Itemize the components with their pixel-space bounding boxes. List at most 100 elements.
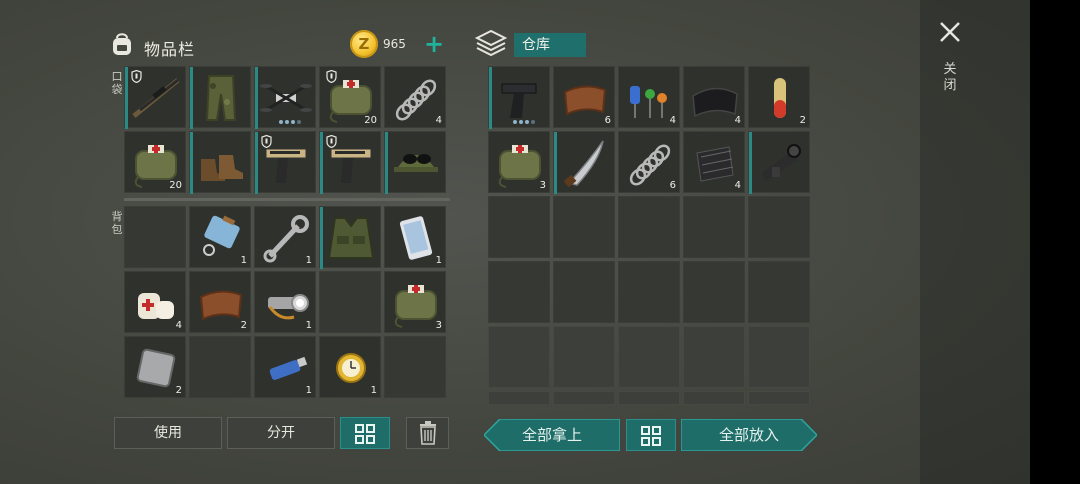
grid-sort-icon <box>641 426 661 446</box>
backpack-slot-usb-drive[interactable]: 1 <box>254 336 316 398</box>
smartphone-icon <box>399 216 433 260</box>
warehouse-slot-empty[interactable] <box>683 261 745 323</box>
warehouse-slot-empty[interactable] <box>618 196 680 258</box>
backpack-slot-empty[interactable] <box>384 336 446 398</box>
pocket-slot-desert-pistol[interactable] <box>319 131 381 194</box>
warehouse-slot-empty[interactable] <box>748 196 810 258</box>
warehouse-slot-empty[interactable] <box>748 261 810 323</box>
warehouse-slot-empty[interactable] <box>553 391 615 405</box>
item-quantity: 20 <box>364 115 377 126</box>
add-coins-button[interactable]: + <box>424 31 444 57</box>
backpack-slot-empty[interactable] <box>189 336 251 398</box>
warehouse-slot-empty[interactable] <box>488 391 550 405</box>
backpack-slot-wrench[interactable]: 1 <box>254 206 316 268</box>
warehouse-icon <box>474 29 508 57</box>
warehouse-slot-empty[interactable] <box>618 261 680 323</box>
warehouse-slot-empty[interactable] <box>553 261 615 323</box>
warehouse-slot-empty[interactable] <box>553 326 615 388</box>
rubber-mat-icon <box>696 146 734 182</box>
sort-warehouse-button[interactable] <box>626 419 676 451</box>
warehouse-tab[interactable]: 仓库 <box>514 33 586 57</box>
warehouse-slot-empty[interactable] <box>553 196 615 258</box>
durability-dots <box>279 120 301 124</box>
pocket-slot-medkit-bag[interactable]: 20 <box>124 131 186 193</box>
close-label[interactable]: 关闭 <box>943 62 957 94</box>
spring-icon <box>395 79 437 121</box>
pocket-slot-desert-pistol[interactable] <box>254 131 316 194</box>
warehouse-slot-black-cloth[interactable]: 4 <box>683 66 745 128</box>
item-quantity: 1 <box>435 255 442 266</box>
coin-icon: Z <box>350 30 378 58</box>
warehouse-slot-capsule[interactable]: 2 <box>748 66 810 128</box>
equipped-marker <box>190 67 193 129</box>
split-button[interactable]: 分开 <box>227 417 335 449</box>
metal-plate-icon <box>136 348 176 388</box>
backpack-slot-bandage[interactable]: 4 <box>124 271 186 333</box>
warehouse-slot-empty[interactable] <box>618 326 680 388</box>
warehouse-slot-rifle-scope[interactable] <box>748 131 810 194</box>
item-quantity: 20 <box>169 180 182 191</box>
close-panel-strip <box>920 0 1030 484</box>
item-quantity: 1 <box>240 255 247 266</box>
backpack-slot-empty[interactable] <box>319 271 381 333</box>
pocket-slot-camo-pants[interactable] <box>189 66 251 129</box>
warehouse-slot-empty[interactable] <box>683 196 745 258</box>
pocket-slot-drone[interactable] <box>254 66 316 129</box>
warehouse-slot-rubber-mat[interactable]: 4 <box>683 131 745 193</box>
boots-icon <box>201 155 243 181</box>
warehouse-slot-empty[interactable] <box>748 326 810 388</box>
backpack-slot-empty[interactable] <box>124 206 186 268</box>
use-button[interactable]: 使用 <box>114 417 222 449</box>
warehouse-slot-empty[interactable] <box>683 326 745 388</box>
equipped-marker <box>320 132 323 194</box>
warehouse-slot-empty[interactable] <box>683 391 745 405</box>
equipped-marker <box>125 67 128 129</box>
backpack-slot-tactical-vest[interactable] <box>319 206 381 269</box>
cap-with-goggles-icon <box>394 154 438 172</box>
trash-button[interactable] <box>406 417 449 449</box>
item-quantity: 1 <box>305 385 312 396</box>
inventory-title: 物品栏 <box>144 40 196 59</box>
pocket-slot-boots[interactable] <box>189 131 251 194</box>
backpack-slot-gold-watch[interactable]: 1 <box>319 336 381 398</box>
item-quantity: 6 <box>604 115 611 126</box>
warehouse-slot-empty[interactable] <box>488 326 550 388</box>
sort-inventory-button[interactable] <box>340 417 390 449</box>
warehouse-slot-leather[interactable]: 6 <box>553 66 615 128</box>
warehouse-slot-machete[interactable] <box>553 131 615 194</box>
warehouse-slot-empty[interactable] <box>618 391 680 405</box>
pocket-slot-sniper-rifle[interactable] <box>124 66 186 129</box>
item-quantity: 2 <box>175 385 182 396</box>
pocket-slot-medkit-bag[interactable]: 20 <box>319 66 381 128</box>
close-icon[interactable] <box>936 18 964 46</box>
take-all-button[interactable]: 全部拿上 <box>482 418 621 452</box>
screen-edge <box>1030 0 1080 484</box>
black-cloth-icon <box>692 87 738 118</box>
medkit-bag-icon <box>498 145 541 188</box>
item-quantity: 4 <box>734 180 741 191</box>
capsule-icon <box>774 78 786 118</box>
warehouse-slot-empty[interactable] <box>748 391 810 405</box>
item-quantity: 2 <box>240 320 247 331</box>
warehouse-slot-pistol[interactable] <box>488 66 550 129</box>
shield-icon <box>326 70 337 83</box>
rifle-scope-icon <box>762 144 801 180</box>
backpack-slot-medkit-bag[interactable]: 3 <box>384 271 446 333</box>
coin-balance: 965 <box>383 37 406 51</box>
pocket-slot-cap-with-goggles[interactable] <box>384 131 446 194</box>
backpack-slot-metal-plate[interactable]: 2 <box>124 336 186 398</box>
coin-symbol: Z <box>358 35 370 53</box>
warehouse-slot-spring[interactable]: 6 <box>618 131 680 193</box>
warehouse-slot-empty[interactable] <box>488 261 550 323</box>
warehouse-slot-empty[interactable] <box>488 196 550 258</box>
usb-drive-icon <box>269 356 308 380</box>
warehouse-slot-electronic-parts[interactable]: 4 <box>618 66 680 128</box>
warehouse-slot-medkit-bag[interactable]: 3 <box>488 131 550 193</box>
put-all-button[interactable]: 全部放入 <box>680 418 819 452</box>
medkit-bag-icon <box>394 285 437 328</box>
backpack-slot-leather[interactable]: 2 <box>189 271 251 333</box>
pocket-slot-spring[interactable]: 4 <box>384 66 446 128</box>
backpack-slot-flashlight[interactable]: 1 <box>254 271 316 333</box>
backpack-slot-blue-keycard[interactable]: 1 <box>189 206 251 268</box>
backpack-slot-smartphone[interactable]: 1 <box>384 206 446 268</box>
